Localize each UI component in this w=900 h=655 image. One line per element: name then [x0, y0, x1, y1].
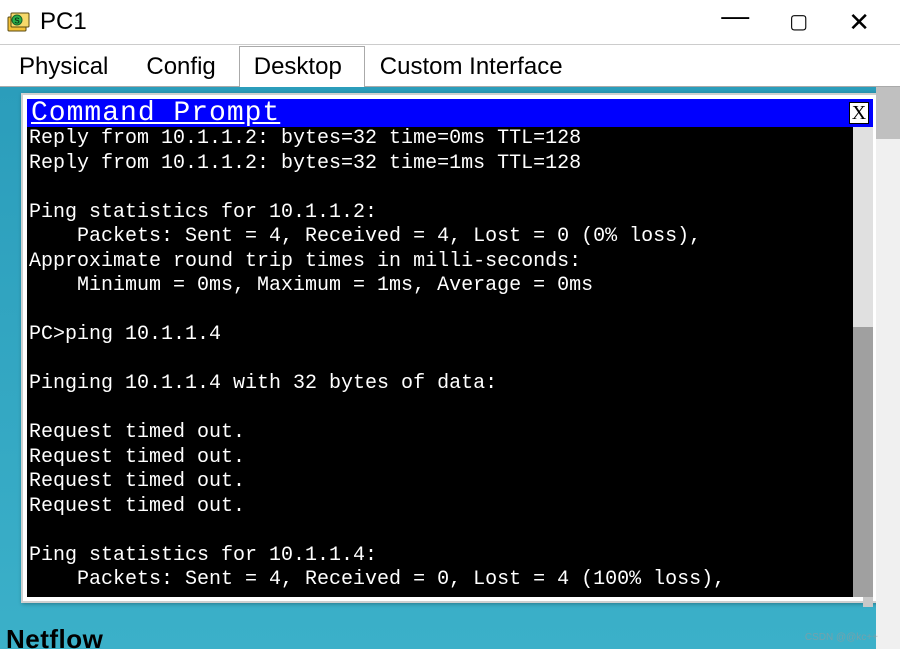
- window-title: PC1: [40, 8, 721, 36]
- close-button[interactable]: ✕: [848, 9, 870, 35]
- window-controls: — ▢ ✕: [721, 8, 900, 36]
- watermark-text: CSDN @@kc++: [805, 632, 878, 643]
- tab-bar: Physical Config Desktop Custom Interface: [0, 45, 900, 87]
- tab-physical[interactable]: Physical: [4, 46, 131, 87]
- desktop-app-label[interactable]: Netflow: [6, 624, 103, 655]
- minimize-button[interactable]: —: [721, 2, 749, 30]
- tab-desktop[interactable]: Desktop: [239, 46, 365, 88]
- scrollbar-marker: [863, 597, 873, 607]
- window-titlebar: S PC1 — ▢ ✕: [0, 0, 900, 45]
- command-prompt-output[interactable]: Reply from 10.1.1.2: bytes=32 time=0ms T…: [27, 127, 853, 597]
- scrollbar-thumb[interactable]: [853, 327, 873, 597]
- svg-text:S: S: [14, 17, 20, 26]
- app-icon: S: [0, 11, 40, 33]
- command-prompt-title: Command Prompt: [31, 98, 280, 129]
- tab-custom-interface[interactable]: Custom Interface: [365, 46, 586, 87]
- command-prompt-titlebar: Command Prompt X: [27, 99, 873, 127]
- desktop-area: Command Prompt X Reply from 10.1.1.2: by…: [0, 87, 900, 649]
- tab-config[interactable]: Config: [131, 46, 238, 87]
- maximize-button[interactable]: ▢: [789, 12, 808, 32]
- command-prompt-window: Command Prompt X Reply from 10.1.1.2: by…: [21, 93, 879, 603]
- command-prompt-scrollbar[interactable]: [853, 127, 873, 597]
- outer-scrollbar[interactable]: [876, 87, 900, 649]
- command-prompt-close-button[interactable]: X: [849, 102, 869, 124]
- outer-scrollbar-thumb[interactable]: [876, 87, 900, 139]
- terminal-text: Reply from 10.1.1.2: bytes=32 time=0ms T…: [29, 127, 725, 597]
